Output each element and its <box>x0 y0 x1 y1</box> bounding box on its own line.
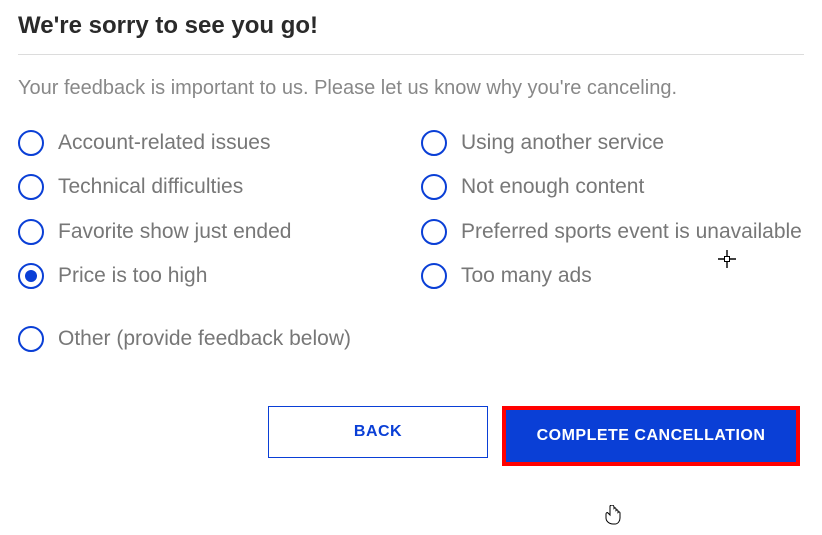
highlight-box: Complete Cancellation <box>502 406 800 466</box>
radio-icon <box>421 130 447 156</box>
back-button[interactable]: Back <box>268 406 488 458</box>
radio-label: Technical difficulties <box>58 172 243 202</box>
radio-icon <box>18 130 44 156</box>
radio-label: Using another service <box>461 128 664 158</box>
button-row: Back Complete Cancellation <box>18 406 804 466</box>
radio-label: Other (provide feedback below) <box>58 324 351 354</box>
radio-not-enough-content[interactable]: Not enough content <box>421 172 804 202</box>
feedback-prompt: Your feedback is important to us. Please… <box>18 77 804 100</box>
radio-icon <box>421 174 447 200</box>
radio-label: Account-related issues <box>58 128 270 158</box>
cursor-pointer-icon <box>605 505 621 530</box>
radio-price-high[interactable]: Price is too high <box>18 261 401 291</box>
radio-icon <box>421 219 447 245</box>
radio-sports-unavailable[interactable]: Preferred sports event is unavailable <box>421 217 804 247</box>
radio-another-service[interactable]: Using another service <box>421 128 804 158</box>
radio-label: Not enough content <box>461 172 644 202</box>
radio-label: Price is too high <box>58 261 207 291</box>
cancellation-reasons: Account-related issues Using another ser… <box>18 128 804 354</box>
radio-label: Favorite show just ended <box>58 217 291 247</box>
radio-icon <box>18 174 44 200</box>
radio-icon <box>421 263 447 289</box>
divider <box>18 54 804 55</box>
radio-technical[interactable]: Technical difficulties <box>18 172 401 202</box>
radio-label: Preferred sports event is unavailable <box>461 217 802 247</box>
radio-icon <box>18 219 44 245</box>
radio-icon <box>18 326 44 352</box>
page-title: We're sorry to see you go! <box>18 12 804 40</box>
radio-account-issues[interactable]: Account-related issues <box>18 128 401 158</box>
radio-other[interactable]: Other (provide feedback below) <box>18 324 804 354</box>
radio-label: Too many ads <box>461 261 592 291</box>
radio-icon <box>18 263 44 289</box>
complete-cancellation-button[interactable]: Complete Cancellation <box>506 410 796 462</box>
radio-favorite-show-ended[interactable]: Favorite show just ended <box>18 217 401 247</box>
radio-too-many-ads[interactable]: Too many ads <box>421 261 804 291</box>
